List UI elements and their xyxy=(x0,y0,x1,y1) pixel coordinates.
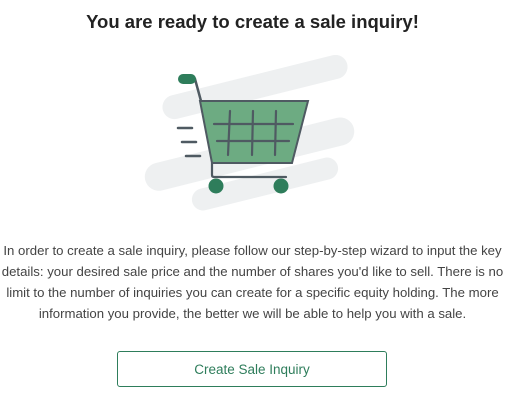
shopping-cart-illustration xyxy=(140,54,370,215)
instructions-text: In order to create a sale inquiry, pleas… xyxy=(1,243,504,321)
speed-lines xyxy=(176,126,202,158)
create-sale-inquiry-button[interactable]: Create Sale Inquiry xyxy=(117,351,387,387)
cart-handle-grip xyxy=(178,74,196,84)
page-title: You are ready to create a sale inquiry! xyxy=(86,11,419,32)
cart-basket xyxy=(198,100,310,164)
cart-wheel-left xyxy=(208,178,224,194)
shopping-cart-icon xyxy=(144,54,355,211)
cart-wheel-right xyxy=(273,178,289,194)
